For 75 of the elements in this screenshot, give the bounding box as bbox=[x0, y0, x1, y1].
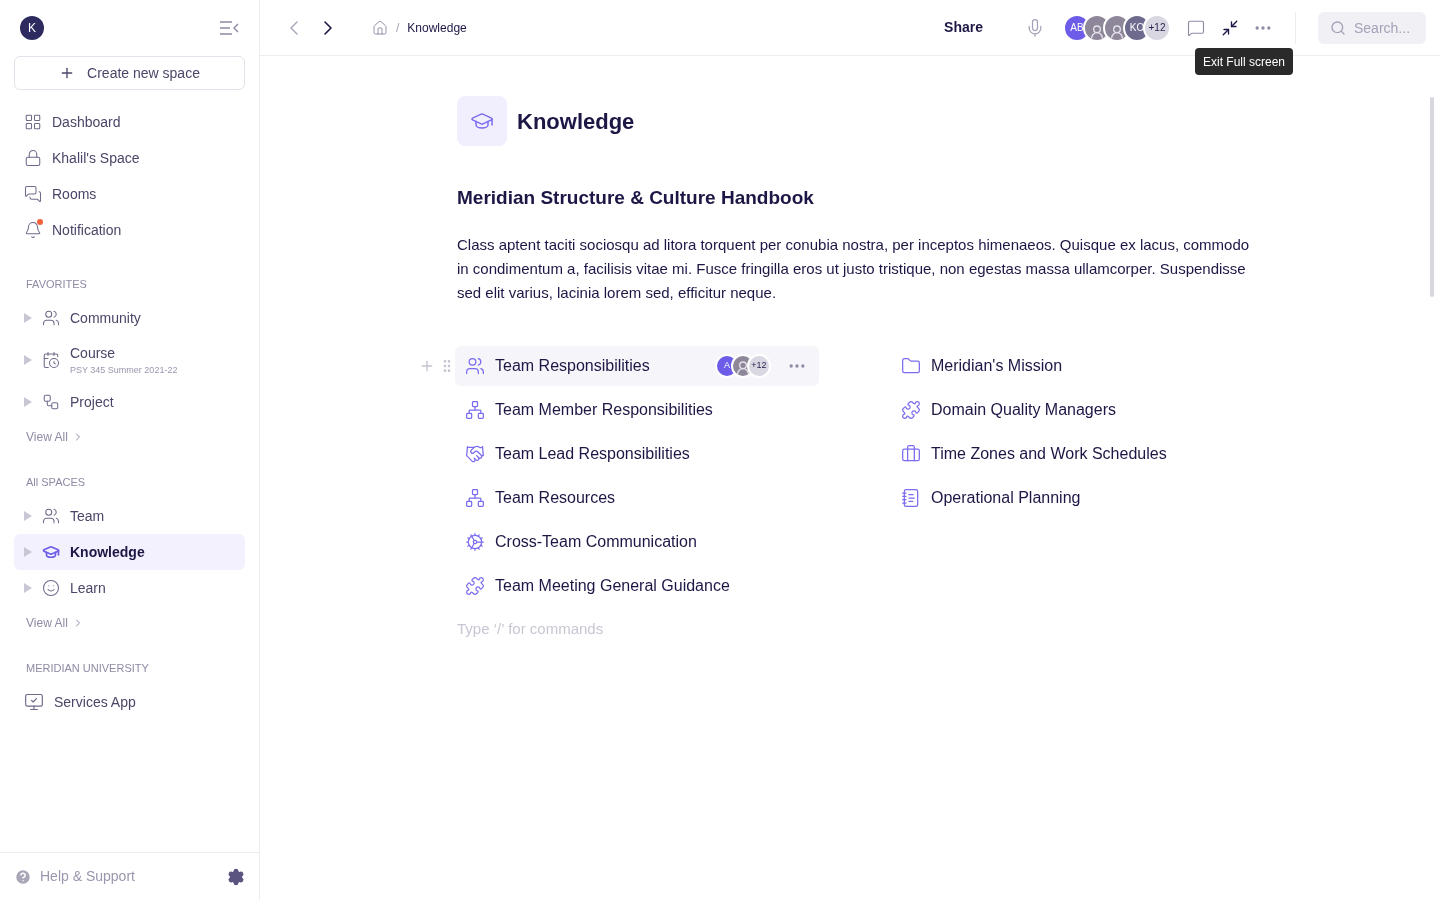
page-icon bbox=[901, 443, 921, 464]
page-icon bbox=[465, 443, 485, 464]
share-button[interactable]: Share bbox=[944, 17, 983, 38]
page-link[interactable]: Cross-Team Communication bbox=[455, 521, 819, 562]
nav-item[interactable]: Notification bbox=[14, 212, 245, 248]
nav-item[interactable]: Khalil's Space bbox=[14, 140, 245, 176]
comment-icon[interactable] bbox=[1187, 18, 1205, 37]
space-icon bbox=[42, 507, 60, 525]
space-icon bbox=[42, 579, 60, 597]
page-icon bbox=[901, 399, 921, 420]
page-link[interactable]: Team Lead Responsibilities bbox=[455, 433, 819, 474]
page-link[interactable]: Team Meeting General Guidance bbox=[455, 565, 819, 606]
app-item[interactable]: Services App bbox=[14, 684, 245, 720]
nav-icon bbox=[24, 221, 42, 239]
collapse-sidebar-icon[interactable] bbox=[219, 21, 239, 35]
nav-icon bbox=[24, 185, 42, 203]
space-item[interactable]: Community bbox=[14, 300, 245, 336]
space-icon bbox=[42, 351, 60, 369]
search-field[interactable]: Search... bbox=[1318, 11, 1426, 44]
page-icon bbox=[465, 355, 485, 376]
page-link[interactable]: Team Responsibilities A +12 bbox=[455, 345, 819, 386]
tooltip: Exit Full screen bbox=[1195, 48, 1294, 75]
expand-caret-icon[interactable] bbox=[24, 355, 32, 365]
search-icon bbox=[1330, 19, 1346, 36]
page-icon bbox=[901, 487, 921, 508]
page-icon bbox=[465, 531, 485, 552]
page-icon bbox=[457, 96, 507, 146]
space-icon bbox=[42, 393, 60, 411]
space-item[interactable]: Team bbox=[14, 498, 245, 534]
page-icon bbox=[465, 399, 485, 420]
page-link[interactable]: Team Resources bbox=[455, 477, 819, 518]
space-item[interactable]: Project bbox=[14, 384, 245, 420]
view-all-link[interactable]: View All bbox=[14, 428, 96, 446]
settings-icon[interactable] bbox=[227, 867, 245, 886]
exit-fullscreen-icon[interactable] bbox=[1221, 18, 1239, 37]
breadcrumb-item[interactable]: Knowledge bbox=[407, 18, 467, 37]
page-link[interactable]: Team Member Responsibilities bbox=[455, 389, 819, 430]
page-link[interactable]: Time Zones and Work Schedules bbox=[891, 433, 1255, 474]
page-title: Knowledge bbox=[517, 107, 635, 136]
avatar-count: +12 bbox=[747, 353, 771, 378]
expand-caret-icon[interactable] bbox=[24, 397, 32, 407]
breadcrumb-separator: / bbox=[396, 19, 400, 37]
page-icon bbox=[465, 575, 485, 596]
section-title: FAVORITES bbox=[25, 277, 88, 292]
section-heading: Meridian Structure & Culture Handbook bbox=[457, 186, 815, 210]
section-title: All SPACES bbox=[25, 475, 87, 490]
space-item[interactable]: Learn bbox=[14, 570, 245, 606]
help-icon bbox=[14, 867, 32, 886]
expand-caret-icon[interactable] bbox=[24, 313, 32, 323]
command-input[interactable]: Type ‘/’ for commands bbox=[457, 617, 857, 640]
expand-caret-icon[interactable] bbox=[24, 511, 32, 521]
nav-icon bbox=[24, 113, 42, 131]
page-link[interactable]: Meridian's Mission bbox=[891, 345, 1255, 386]
avatar-count: +12 bbox=[1143, 13, 1171, 42]
page-icon bbox=[901, 355, 921, 376]
home-icon[interactable] bbox=[372, 19, 388, 36]
space-item[interactable]: Course PSY 345 Summer 2021-22 bbox=[14, 336, 245, 384]
body-paragraph: Class aptent taciti sociosqu ad litora torquent per conubia nostra, per inceptos himenaeos. Quisque ex lacus, commodo in condimentum a, facilisis vitae mi. Fusce fringilla eros ut justo tristique, non egestas massa ullamcorper. Suspendisse sed elit varius, lacinia lorem sed, efficitur neque. bbox=[457, 234, 1251, 303]
page-icon bbox=[465, 487, 485, 508]
scrollbar-thumb[interactable] bbox=[1430, 97, 1434, 297]
app-icon bbox=[24, 692, 44, 712]
space-item[interactable]: Knowledge bbox=[14, 534, 245, 570]
space-icon bbox=[42, 309, 60, 327]
page-link[interactable]: Operational Planning bbox=[891, 477, 1255, 518]
page-link[interactable]: Domain Quality Managers bbox=[891, 389, 1255, 430]
section-title: MERIDIAN UNIVERSITY bbox=[25, 661, 150, 676]
expand-caret-icon[interactable] bbox=[24, 547, 32, 557]
nav-item[interactable]: Dashboard bbox=[14, 104, 245, 140]
expand-caret-icon[interactable] bbox=[24, 583, 32, 593]
space-icon bbox=[42, 543, 60, 561]
nav-item[interactable]: Rooms bbox=[14, 176, 245, 212]
view-all-link[interactable]: View All bbox=[14, 614, 96, 632]
nav-icon bbox=[24, 149, 42, 167]
user-avatar[interactable]: K bbox=[20, 16, 44, 40]
create-space-button[interactable]: Create new space bbox=[14, 56, 245, 90]
